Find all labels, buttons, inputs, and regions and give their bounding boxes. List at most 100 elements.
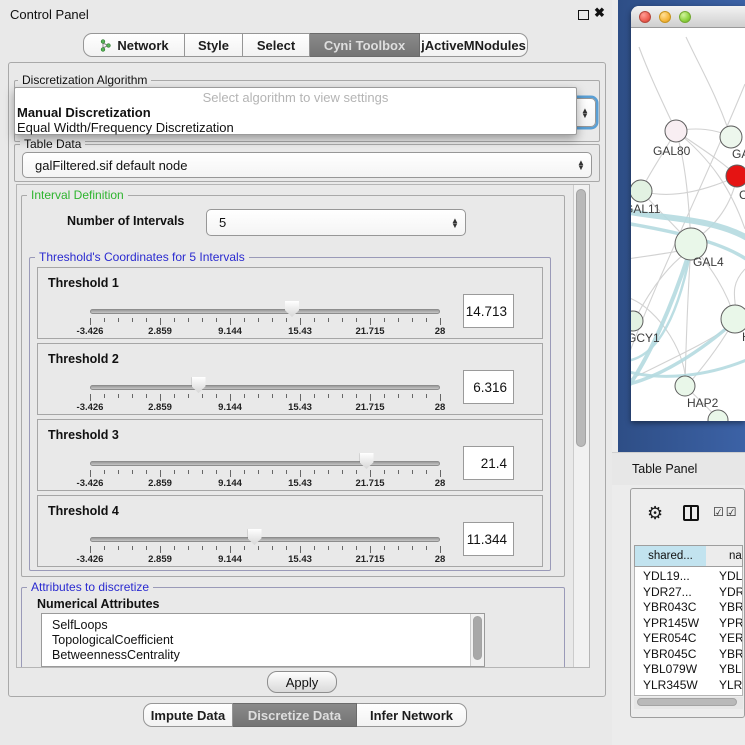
top-tab-bar: NetworkStyleSelectCyni ToolboxjActiveMNo… xyxy=(83,33,528,57)
tick-mark xyxy=(412,318,413,322)
table-horizontal-scrollbar[interactable] xyxy=(634,697,743,709)
table-body[interactable]: YDL19...YDL1YDR27...YDR2YBR043CYBR0YPR14… xyxy=(634,567,743,696)
table-select-checkbox-icons[interactable]: ☑☑ xyxy=(713,505,739,519)
list-item[interactable]: SelfLoops xyxy=(42,617,484,632)
node-label: C xyxy=(739,188,745,202)
numerical-attributes-label: Numerical Attributes xyxy=(37,597,159,611)
cell-name: YIL0 xyxy=(719,693,743,696)
tab-select[interactable]: Select xyxy=(243,33,310,57)
table-columns-icon[interactable] xyxy=(683,505,699,521)
tick-mark xyxy=(118,318,119,322)
tick-mark xyxy=(216,470,217,474)
close-traffic-light-icon[interactable] xyxy=(639,11,651,23)
tick-label: 28 xyxy=(435,326,446,337)
tick-mark xyxy=(230,546,231,553)
network-window-titlebar[interactable] xyxy=(631,6,745,28)
table-row[interactable]: YIL052CYIL0 xyxy=(635,693,743,696)
tick-mark xyxy=(412,394,413,398)
threshold-slider-handle[interactable] xyxy=(248,529,262,545)
tab-infer-network[interactable]: Infer Network xyxy=(357,703,467,727)
table-settings-gear-icon[interactable]: ⚙ xyxy=(647,503,663,524)
attributes-scrollbar[interactable] xyxy=(470,614,484,666)
tab-network[interactable]: Network xyxy=(83,33,185,57)
network-canvas[interactable]: GAL80GACGAL11GAL4GCY1HHAP2 xyxy=(631,29,745,421)
tick-mark xyxy=(146,546,147,550)
tab-style[interactable]: Style xyxy=(185,33,243,57)
network-node-hap2[interactable] xyxy=(675,376,695,396)
threshold-slider-track[interactable] xyxy=(90,537,440,542)
popup-item-equal-width[interactable]: Equal Width/Frequency Discretization xyxy=(17,120,234,135)
cell-name: YBR0 xyxy=(719,647,743,661)
list-item[interactable]: TopologicalCoefficient xyxy=(42,632,484,647)
threshold-slider-track[interactable] xyxy=(90,309,440,314)
tick-mark xyxy=(258,318,259,322)
table-row[interactable]: YDL19...YDL1 xyxy=(635,569,743,585)
threshold-slider-handle[interactable] xyxy=(192,377,206,393)
minimize-traffic-light-icon[interactable] xyxy=(659,11,671,23)
popup-item-manual-discretization[interactable]: Manual Discretization xyxy=(17,105,151,120)
table-row[interactable]: YDR27...YDR2 xyxy=(635,585,743,601)
tab-impute-data[interactable]: Impute Data xyxy=(143,703,233,727)
zoom-traffic-light-icon[interactable] xyxy=(679,11,691,23)
table-row[interactable]: YPR145WYPR1 xyxy=(635,616,743,632)
network-node-h[interactable] xyxy=(721,305,745,333)
node-label: GAL80 xyxy=(653,144,691,158)
threshold-slider-handle[interactable] xyxy=(360,453,374,469)
threshold-value-field[interactable]: 6.316 xyxy=(463,370,514,404)
tab-jactivemnodules[interactable]: jActiveMNodules xyxy=(420,33,528,57)
tick-mark xyxy=(244,546,245,550)
table-data-combobox[interactable]: galFiltered.sif default node ▲▼ xyxy=(22,152,592,178)
tick-mark xyxy=(426,546,427,550)
table-row[interactable]: YBL079WYBL0 xyxy=(635,662,743,678)
table-row[interactable]: YLR345WYLR3 xyxy=(635,678,743,694)
threshold-value-field[interactable]: 21.4 xyxy=(463,446,514,480)
network-graph[interactable]: GAL80GACGAL11GAL4GCY1HHAP2 xyxy=(631,29,745,421)
column-header-shared[interactable]: shared... xyxy=(634,545,707,567)
tick-mark xyxy=(202,394,203,398)
list-item[interactable]: BetweennessCentrality xyxy=(42,647,484,662)
tick-label: 2.859 xyxy=(148,402,172,413)
tick-mark xyxy=(328,470,329,474)
tick-mark xyxy=(412,470,413,474)
tick-mark xyxy=(398,318,399,322)
column-header-name[interactable]: name xyxy=(706,545,743,567)
tick-mark xyxy=(342,470,343,474)
tick-mark xyxy=(202,546,203,550)
threshold-value-field[interactable]: 11.344 xyxy=(463,522,514,556)
tab-discretize-data[interactable]: Discretize Data xyxy=(233,703,357,727)
tick-mark xyxy=(440,318,441,325)
tab-cyni-toolbox[interactable]: Cyni Toolbox xyxy=(310,33,420,57)
network-node-gal80[interactable] xyxy=(665,120,687,142)
tick-mark xyxy=(426,470,427,474)
tick-mark xyxy=(272,394,273,398)
settings-vertical-scrollbar[interactable] xyxy=(573,185,589,667)
node-label: GA xyxy=(732,147,745,161)
tick-mark xyxy=(160,470,161,477)
threshold-slider-track[interactable] xyxy=(90,385,440,390)
num-intervals-combobox[interactable]: 5 ▲▼ xyxy=(206,209,466,236)
float-window-icon[interactable] xyxy=(578,10,589,20)
tick-mark xyxy=(104,318,105,322)
tick-mark xyxy=(174,318,175,322)
threshold-value-field[interactable]: 14.713 xyxy=(463,294,514,328)
table-row[interactable]: YER054CYER0 xyxy=(635,631,743,647)
cell-shared-name: YDR27... xyxy=(643,585,692,599)
table-row[interactable]: YBR043CYBR0 xyxy=(635,600,743,616)
numerical-attributes-list[interactable]: SelfLoopsTopologicalCoefficientBetweenne… xyxy=(41,613,485,667)
threshold-slider-handle[interactable] xyxy=(285,301,299,317)
threshold-slider-track[interactable] xyxy=(90,461,440,466)
network-node-gal11[interactable] xyxy=(631,180,652,202)
tab-label: Impute Data xyxy=(151,708,225,723)
tick-mark xyxy=(412,546,413,550)
network-node-c[interactable] xyxy=(726,165,745,187)
network-node-ga[interactable] xyxy=(720,126,742,148)
table-row[interactable]: YBR045CYBR0 xyxy=(635,647,743,663)
tick-label: 2.859 xyxy=(148,554,172,565)
tick-mark xyxy=(314,470,315,474)
network-node-gcy1[interactable] xyxy=(631,311,643,331)
tick-label: 21.715 xyxy=(355,402,384,413)
apply-button[interactable]: Apply xyxy=(267,671,337,693)
tick-mark xyxy=(384,318,385,322)
close-icon[interactable]: ✖ xyxy=(594,5,605,21)
tick-mark xyxy=(328,546,329,550)
